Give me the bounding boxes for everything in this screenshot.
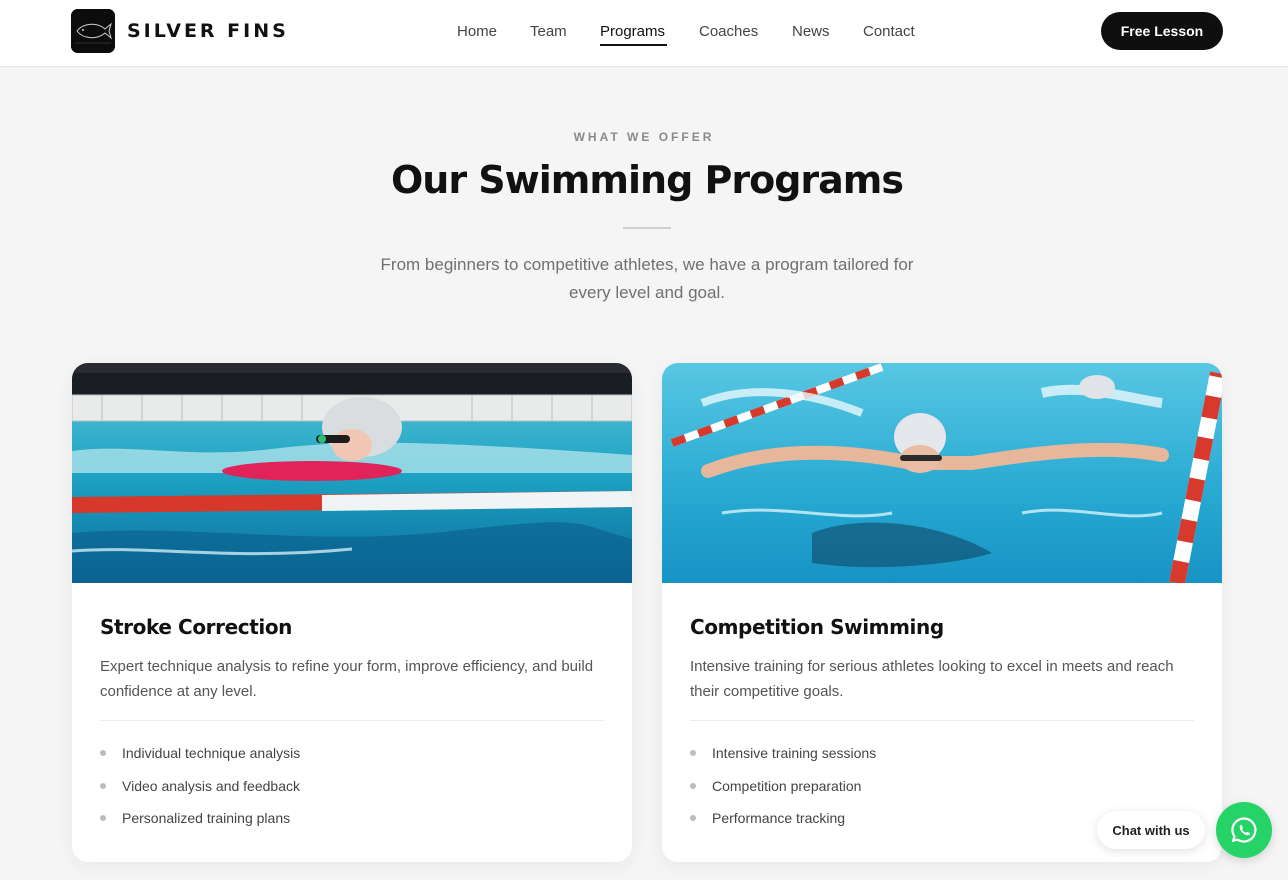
title-divider — [623, 227, 671, 229]
site-header: SILVER FINS Home Team Programs Coaches N… — [0, 0, 1288, 67]
feature-text: Performance tracking — [712, 810, 846, 826]
nav-contact[interactable]: Contact — [863, 23, 915, 40]
feature-text: Individual technique analysis — [122, 745, 301, 761]
competition-swimming-image — [662, 363, 1222, 583]
whatsapp-chat-button[interactable] — [1216, 802, 1272, 858]
nav-team[interactable]: Team — [530, 23, 567, 40]
section-subtitle: From beginners to competitive athletes, … — [380, 255, 914, 302]
nav-coaches[interactable]: Coaches — [699, 23, 758, 40]
feature-text: Personalized training plans — [122, 810, 291, 826]
bullet-icon — [690, 815, 696, 821]
feature-text: Video analysis and feedback — [122, 778, 300, 794]
card-divider — [690, 720, 1194, 721]
brand-name[interactable]: SILVER FINS — [127, 20, 289, 42]
fish-logo-icon[interactable] — [71, 9, 115, 53]
program-title: Competition Swimming — [690, 615, 944, 639]
free-lesson-button[interactable]: Free Lesson — [1101, 12, 1223, 50]
program-card-competition-swimming[interactable]: Competition Swimming Intensive training … — [662, 363, 1222, 862]
bullet-icon — [100, 783, 106, 789]
chat-with-us-label[interactable]: Chat with us — [1097, 811, 1205, 849]
nav-home[interactable]: Home — [457, 23, 497, 40]
bullet-icon — [690, 750, 696, 756]
whatsapp-icon — [1231, 817, 1257, 843]
program-card-stroke-correction[interactable]: Stroke Correction Expert technique analy… — [72, 363, 632, 862]
section-eyebrow: WHAT WE OFFER — [573, 130, 715, 144]
feature-text: Competition preparation — [712, 778, 862, 794]
active-nav-indicator — [600, 44, 667, 46]
bullet-icon — [100, 750, 106, 756]
program-description: Intensive training for serious athletes … — [690, 658, 1174, 700]
bullet-icon — [100, 815, 106, 821]
nav-programs[interactable]: Programs — [600, 23, 665, 40]
feature-text: Intensive training sessions — [712, 745, 877, 761]
nav-news[interactable]: News — [792, 23, 830, 40]
section-title: Our Swimming Programs — [390, 158, 904, 202]
stroke-correction-image — [72, 363, 632, 583]
card-divider — [100, 720, 604, 721]
program-description: Expert technique analysis to refine your… — [100, 658, 594, 700]
program-title: Stroke Correction — [100, 615, 293, 639]
bullet-icon — [690, 783, 696, 789]
